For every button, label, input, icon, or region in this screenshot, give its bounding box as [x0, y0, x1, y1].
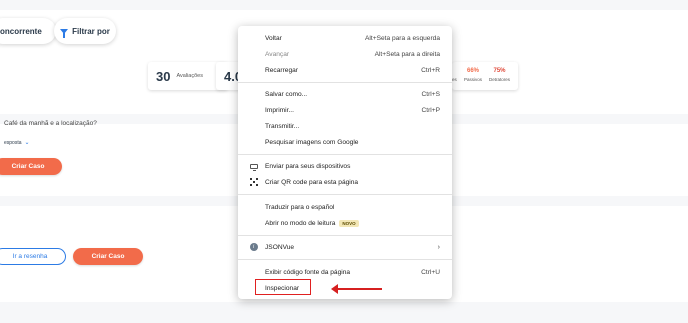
qr-code-icon	[249, 178, 258, 187]
leitura-label-wrap: Abrir no modo de leitura NOVO	[265, 219, 359, 227]
menu-item-codigo-fonte[interactable]: Exibir código fonte da página Ctrl+U	[238, 266, 452, 278]
voltar-shortcut: Alt+Seta para a esquerda	[365, 34, 440, 42]
menu-item-voltar[interactable]: Voltar Alt+Seta para a esquerda	[238, 32, 452, 44]
avaliacoes-label: Avaliações	[176, 73, 203, 79]
transmitir-label: Transmitir...	[265, 122, 300, 130]
menu-item-salvar[interactable]: Salvar como... Ctrl+S	[238, 88, 452, 100]
menu-item-recarregar[interactable]: Recarregar Ctrl+R	[238, 64, 452, 76]
menu-divider	[238, 259, 452, 260]
context-menu: Voltar Alt+Seta para a esquerda Avançar …	[238, 26, 452, 299]
imprimir-label: Imprimir...	[265, 106, 294, 114]
passivos-label: Passivos	[464, 77, 483, 82]
leitura-label: Abrir no modo de leitura	[265, 219, 336, 227]
inspecionar-highlight-box	[255, 279, 311, 295]
recarregar-label: Recarregar	[265, 66, 298, 74]
voltar-label: Voltar	[265, 34, 282, 42]
menu-item-pesquisar-imagens[interactable]: Pesquisar imagens com Google	[238, 136, 452, 148]
passivos-value: 66%	[467, 68, 480, 74]
qr-label: Criar QR code para esta página	[265, 178, 359, 186]
concorrente-button[interactable]: oncorrente	[0, 18, 56, 44]
nps-col-1-label: es	[452, 77, 457, 82]
recarregar-shortcut: Ctrl+R	[421, 66, 440, 74]
imprimir-shortcut: Ctrl+P	[421, 106, 440, 114]
arrow-left-icon	[331, 284, 382, 294]
menu-divider	[238, 154, 452, 155]
menu-divider	[238, 235, 452, 236]
resposta-label: esposta	[4, 139, 22, 146]
menu-item-modo-leitura[interactable]: Abrir no modo de leitura NOVO	[238, 217, 452, 229]
chevron-down-icon: ⌄	[24, 140, 30, 146]
menu-item-qr[interactable]: Criar QR code para esta página	[238, 176, 452, 188]
menu-item-avancar[interactable]: Avançar Alt+Seta para a direita	[238, 48, 452, 60]
menu-item-jsonvue[interactable]: i JSONVue ›	[238, 241, 452, 253]
codigo-fonte-label: Exibir código fonte da página	[265, 268, 351, 276]
nps-col-1: es	[452, 68, 457, 82]
menu-item-transmitir[interactable]: Transmitir...	[238, 120, 452, 132]
menu-item-imprimir[interactable]: Imprimir... Ctrl+P	[238, 104, 452, 116]
salvar-label: Salvar como...	[265, 90, 308, 98]
novo-badge: NOVO	[339, 219, 359, 227]
pesquisar-label: Pesquisar imagens com Google	[265, 138, 359, 146]
codigo-fonte-shortcut: Ctrl+U	[421, 268, 440, 276]
criar-caso-button-2[interactable]: Criar Caso	[73, 248, 143, 265]
menu-divider	[238, 194, 452, 195]
menu-item-enviar[interactable]: Enviar para seus dispositivos	[238, 160, 452, 172]
nps-detratores: 75% Detratores	[489, 68, 510, 82]
criar-caso-button[interactable]: Criar Caso	[0, 158, 62, 175]
menu-item-traduzir[interactable]: Traduzir para o español	[238, 201, 452, 213]
filter-button[interactable]: Filtrar por	[54, 18, 116, 44]
menu-divider	[238, 82, 452, 83]
resposta-toggle[interactable]: esposta ⌄	[4, 139, 30, 147]
detratores-value: 75%	[493, 68, 506, 74]
review-question: Café da manhã e a localização?	[4, 120, 97, 127]
filter-icon	[60, 28, 69, 38]
concorrente-label: oncorrente	[0, 26, 42, 36]
ir-resenha-button[interactable]: Ir a resenha	[0, 248, 66, 265]
nps-passivos: 66% Passivos	[464, 68, 482, 82]
jsonvue-icon: i	[249, 243, 258, 252]
avancar-label: Avançar	[265, 50, 290, 58]
salvar-shortcut: Ctrl+S	[421, 90, 440, 98]
jsonvue-label: JSONVue	[265, 243, 295, 251]
filter-label: Filtrar por	[72, 26, 110, 36]
nps-card: es 66% Passivos 75% Detratores	[452, 62, 518, 90]
enviar-label: Enviar para seus dispositivos	[265, 162, 351, 170]
devices-icon	[249, 162, 258, 171]
traduzir-label: Traduzir para o español	[265, 203, 335, 211]
detratores-label: Detratores	[489, 77, 511, 82]
chevron-right-icon: ›	[437, 243, 440, 251]
avaliacoes-count: 30	[156, 68, 171, 84]
avancar-shortcut: Alt+Seta para a direita	[374, 50, 440, 58]
